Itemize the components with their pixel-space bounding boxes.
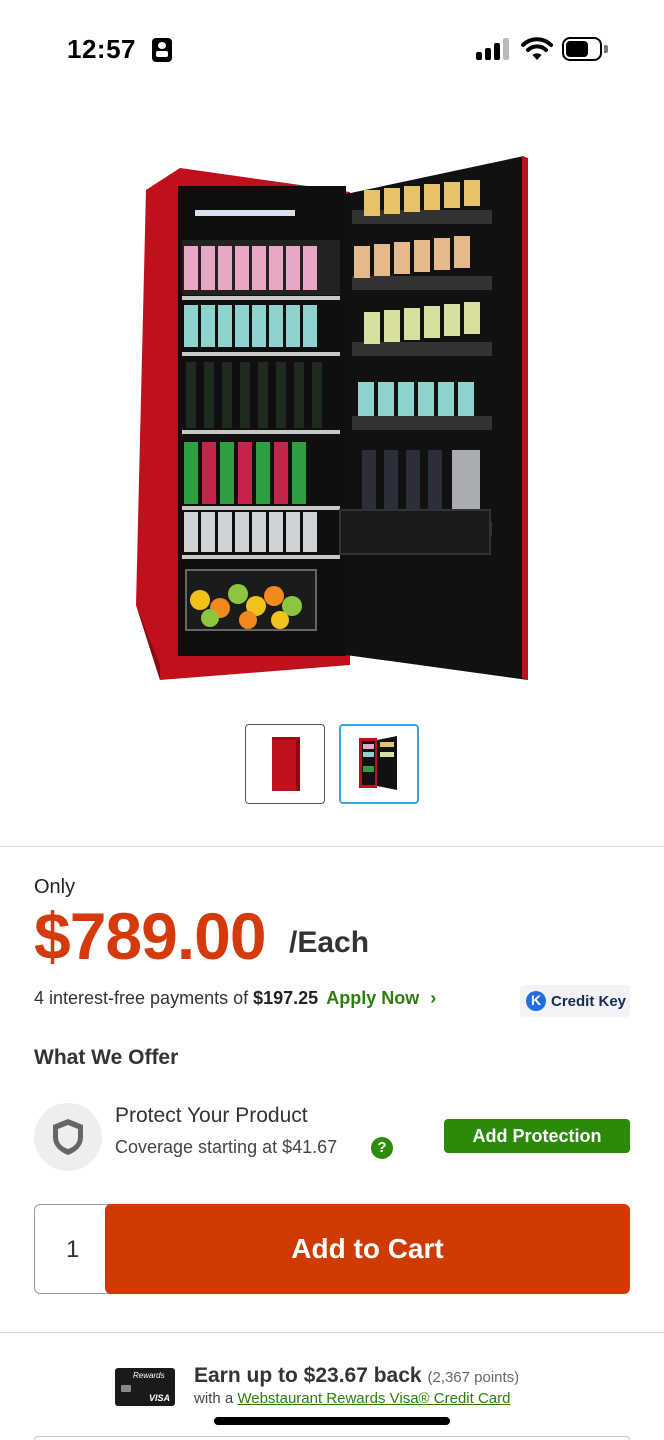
chevron-right-icon[interactable]: › (430, 988, 436, 1008)
help-icon[interactable]: ? (371, 1137, 393, 1159)
rewards-visa-card-icon: Rewards VISA (115, 1368, 175, 1406)
section-divider (0, 1332, 664, 1333)
product-image[interactable] (120, 150, 540, 690)
wifi-icon (521, 37, 553, 60)
contact-card-icon (152, 38, 172, 62)
credit-key-label: Credit Key (551, 992, 627, 1010)
refrigerator-closed-thumbnail-icon (272, 737, 300, 791)
payment-amount: $197.25 (253, 988, 319, 1008)
earn-rewards-text: Earn up to $23.67 back (2,367 points) (194, 1364, 519, 1388)
rewards-card-link[interactable]: Webstaurant Rewards Visa® Credit Card (237, 1390, 510, 1407)
status-time: 12:57 (67, 34, 136, 64)
thumbnail-open-fridge[interactable] (339, 724, 419, 804)
home-indicator (214, 1417, 450, 1425)
coverage-text: Coverage starting at $41.67 (115, 1137, 338, 1157)
what-we-offer-heading: What We Offer (34, 1046, 179, 1069)
cellular-signal-icon (476, 38, 510, 60)
thumbnail-closed-fridge[interactable] (245, 724, 325, 804)
earn-amount: Earn up to $23.67 back (194, 1364, 422, 1387)
with-prefix: with a (194, 1390, 234, 1407)
credit-key-badge[interactable]: Credit Key (520, 985, 630, 1017)
rewards-card-line: with a Webstaurant Rewards Visa® Credit … (194, 1390, 510, 1407)
earn-points: (2,367 points) (427, 1369, 520, 1386)
installment-payments: 4 interest-free payments of $197.25 Appl… (34, 988, 436, 1009)
card-chip-icon (121, 1385, 131, 1392)
quantity-value[interactable]: 1 (66, 1236, 79, 1264)
protect-product-title: Protect Your Product (115, 1104, 308, 1127)
price-unit: /Each (289, 926, 370, 959)
apply-now-link[interactable]: Apply Now (326, 988, 419, 1008)
add-to-cart-button[interactable]: Add to Cart (105, 1204, 630, 1294)
add-protection-button[interactable]: Add Protection (444, 1119, 630, 1153)
battery-icon (562, 37, 608, 61)
status-bar: 12:57 (0, 0, 664, 100)
card-rewards-text: Rewards (133, 1371, 165, 1380)
only-label: Only (34, 876, 76, 898)
next-section-edge (34, 1436, 630, 1440)
section-divider (0, 846, 664, 847)
price: $789.00 (34, 899, 267, 973)
refrigerator-open-thumbnail-icon (359, 736, 397, 790)
card-visa-text: VISA (149, 1393, 171, 1403)
credit-key-logo-icon (526, 991, 546, 1011)
shield-icon (34, 1103, 102, 1171)
payments-prefix: 4 interest-free payments of (34, 988, 249, 1008)
